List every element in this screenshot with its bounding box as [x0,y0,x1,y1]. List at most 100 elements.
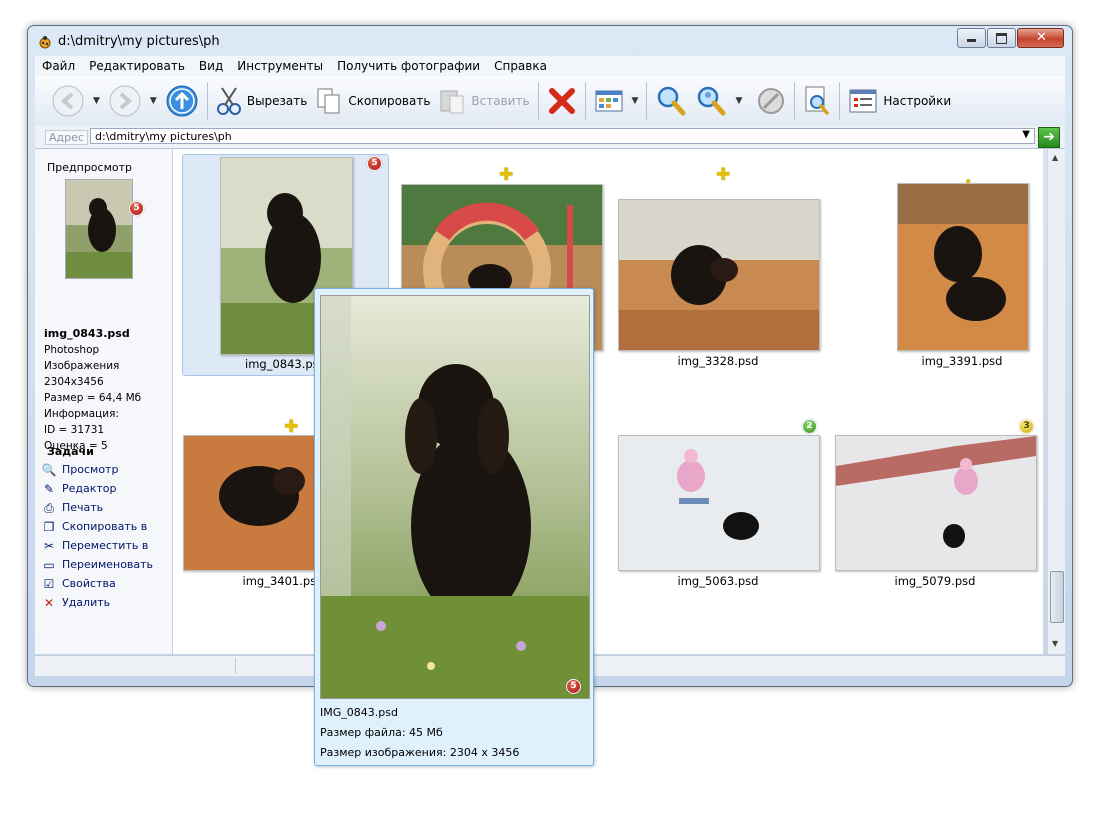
add-plus-icon[interactable]: ✚ [284,417,298,437]
thumbnail-tile[interactable]: 3 img_5079.psd [835,419,1037,619]
zoom-in-button[interactable] [651,81,691,121]
thumbnail-view-icon [595,90,623,112]
red-x-icon [548,88,575,114]
address-input[interactable]: d:\dmitry\my pictures\ph [90,128,1035,144]
disabled-action-button[interactable] [752,81,790,121]
task-move-to[interactable]: ✂ Переместить в [41,536,153,555]
zoom-dropdown-icon[interactable]: ▼ [735,96,742,106]
address-bar: Адрес d:\dmitry\my pictures\ph ▼ ➔ [35,126,1065,149]
address-dropdown-icon[interactable]: ▼ [1022,129,1030,140]
toolbar: ▼ ▼ Вырезать Скопировать Вставить ▼ ▼ На… [35,76,1065,127]
tooltip-image-size: Размер изображения: 2304 x 3456 [320,746,520,759]
thumbnail-image [618,435,820,571]
app-bug-icon [38,35,52,49]
menu-help[interactable]: Справка [487,59,554,73]
back-button[interactable] [47,81,89,121]
rating-badge: 2 [802,419,817,434]
view-icon: 🔍 [41,462,57,477]
back-arrow-icon [52,85,84,117]
back-dropdown-icon[interactable]: ▼ [93,96,100,106]
thumbnail-tile[interactable]: ✚ img_3328.psd [618,165,820,379]
scroll-down-icon[interactable]: ▼ [1052,639,1058,648]
copy-button[interactable]: Скопировать [311,81,434,121]
cut-button[interactable]: Вырезать [212,81,312,121]
zoom-out-button[interactable] [691,81,731,121]
add-plus-icon[interactable]: ✚ [716,165,730,185]
paste-icon [440,90,464,114]
rename-icon: ▭ [43,557,55,572]
vertical-scrollbar[interactable]: ▲ ▼ [1047,149,1065,654]
document-magnifier-icon [805,86,830,115]
view-dropdown-icon[interactable]: ▼ [632,96,639,106]
settings-label: Настройки [883,94,952,108]
scroll-up-icon[interactable]: ▲ [1052,153,1058,162]
thumbnail-label: img_5063.psd [677,574,759,588]
task-print[interactable]: ⎙ Печать [41,498,153,517]
maximize-button[interactable] [987,28,1016,48]
info-filename: img_0843.psd [44,327,130,340]
title-bar[interactable]: d:\dmitry\my pictures\ph ✕ [28,26,1072,56]
view-mode-button[interactable] [590,81,628,121]
task-properties[interactable]: ☑ Свойства [41,574,153,593]
menu-edit[interactable]: Редактировать [82,59,192,73]
thumbnail-image [897,183,1029,351]
preview-title: Предпросмотр [47,161,132,174]
forward-arrow-icon [109,85,141,117]
magnifier-icon [658,86,686,116]
preview-button[interactable] [799,81,835,121]
menu-get-photos[interactable]: Получить фотографии [330,59,487,73]
scissors-icon [216,87,241,115]
forward-dropdown-icon[interactable]: ▼ [150,96,157,106]
rating-badge: 5 [367,156,382,171]
preview-large-image [320,295,590,699]
thumbnail-label: img_3391.psd [921,354,1003,368]
cut-label: Вырезать [246,94,308,108]
thumbnail-area: 5 img_0843.psd ✚ ✚ img_3328.psd ✚ img_33 [173,149,1043,654]
info-id: ID = 31731 [44,424,105,436]
go-arrow-icon[interactable]: ➔ [1038,127,1060,148]
task-delete[interactable]: ✕ Удалить [41,593,153,612]
copy-icon: ❐ [43,519,55,534]
task-copy-to[interactable]: ❐ Скопировать в [41,517,153,536]
settings-checklist-icon [849,89,877,113]
close-button[interactable]: ✕ [1017,28,1064,48]
up-button[interactable] [161,81,203,121]
menu-tools[interactable]: Инструменты [230,59,330,73]
properties-icon: ☑ [43,576,55,591]
printer-icon: ⎙ [44,500,54,515]
tasks-title: Задачи [47,445,94,458]
file-info: img_0843.psd Photoshop Изображения 2304x… [44,326,172,454]
task-rename[interactable]: ▭ Переименовать [41,555,153,574]
pencil-icon: ✎ [43,481,55,496]
paste-label: Вставить [471,94,530,108]
delete-button[interactable] [543,81,581,121]
rating-badge: 3 [1019,419,1034,434]
menu-bar: Файл Редактировать Вид Инструменты Получ… [35,56,1065,76]
left-panel: Предпросмотр 5 img_0843.psd Photoshop Из… [35,149,173,654]
prohibited-icon [758,88,785,114]
task-editor[interactable]: ✎ Редактор [41,479,153,498]
task-view[interactable]: 🔍 Просмотр [41,460,153,479]
tooltip-file-size: Размер файла: 45 Мб [320,726,443,739]
window-title: d:\dmitry\my pictures\ph [58,34,220,49]
forward-button[interactable] [104,81,146,121]
thumbnail-label: img_3328.psd [677,354,759,368]
menu-file[interactable]: Файл [35,59,82,73]
up-arrow-icon [166,85,198,117]
preview-thumbnail [65,179,133,279]
settings-button[interactable]: Настройки [844,81,955,121]
magnifier-person-icon [698,86,726,116]
minimize-button[interactable] [957,28,986,48]
scroll-thumb[interactable] [1050,571,1064,623]
thumbnail-tile[interactable]: ✚ img_3391.psd [835,177,1037,379]
thumbnail-tile[interactable]: 2 img_5063.psd [618,419,820,619]
add-plus-icon[interactable]: ✚ [499,165,513,185]
thumbnail-image [618,199,820,351]
thumbnail-label: img_5079.psd [894,574,976,588]
info-label: Информация: [44,408,119,420]
tasks-list: 🔍 Просмотр ✎ Редактор ⎙ Печать ❐ Скопировать… [41,460,154,612]
copy-label: Скопировать [348,94,431,108]
menu-view[interactable]: Вид [192,59,230,73]
copy-icon [317,88,340,114]
paste-button[interactable]: Вставить [434,81,533,121]
